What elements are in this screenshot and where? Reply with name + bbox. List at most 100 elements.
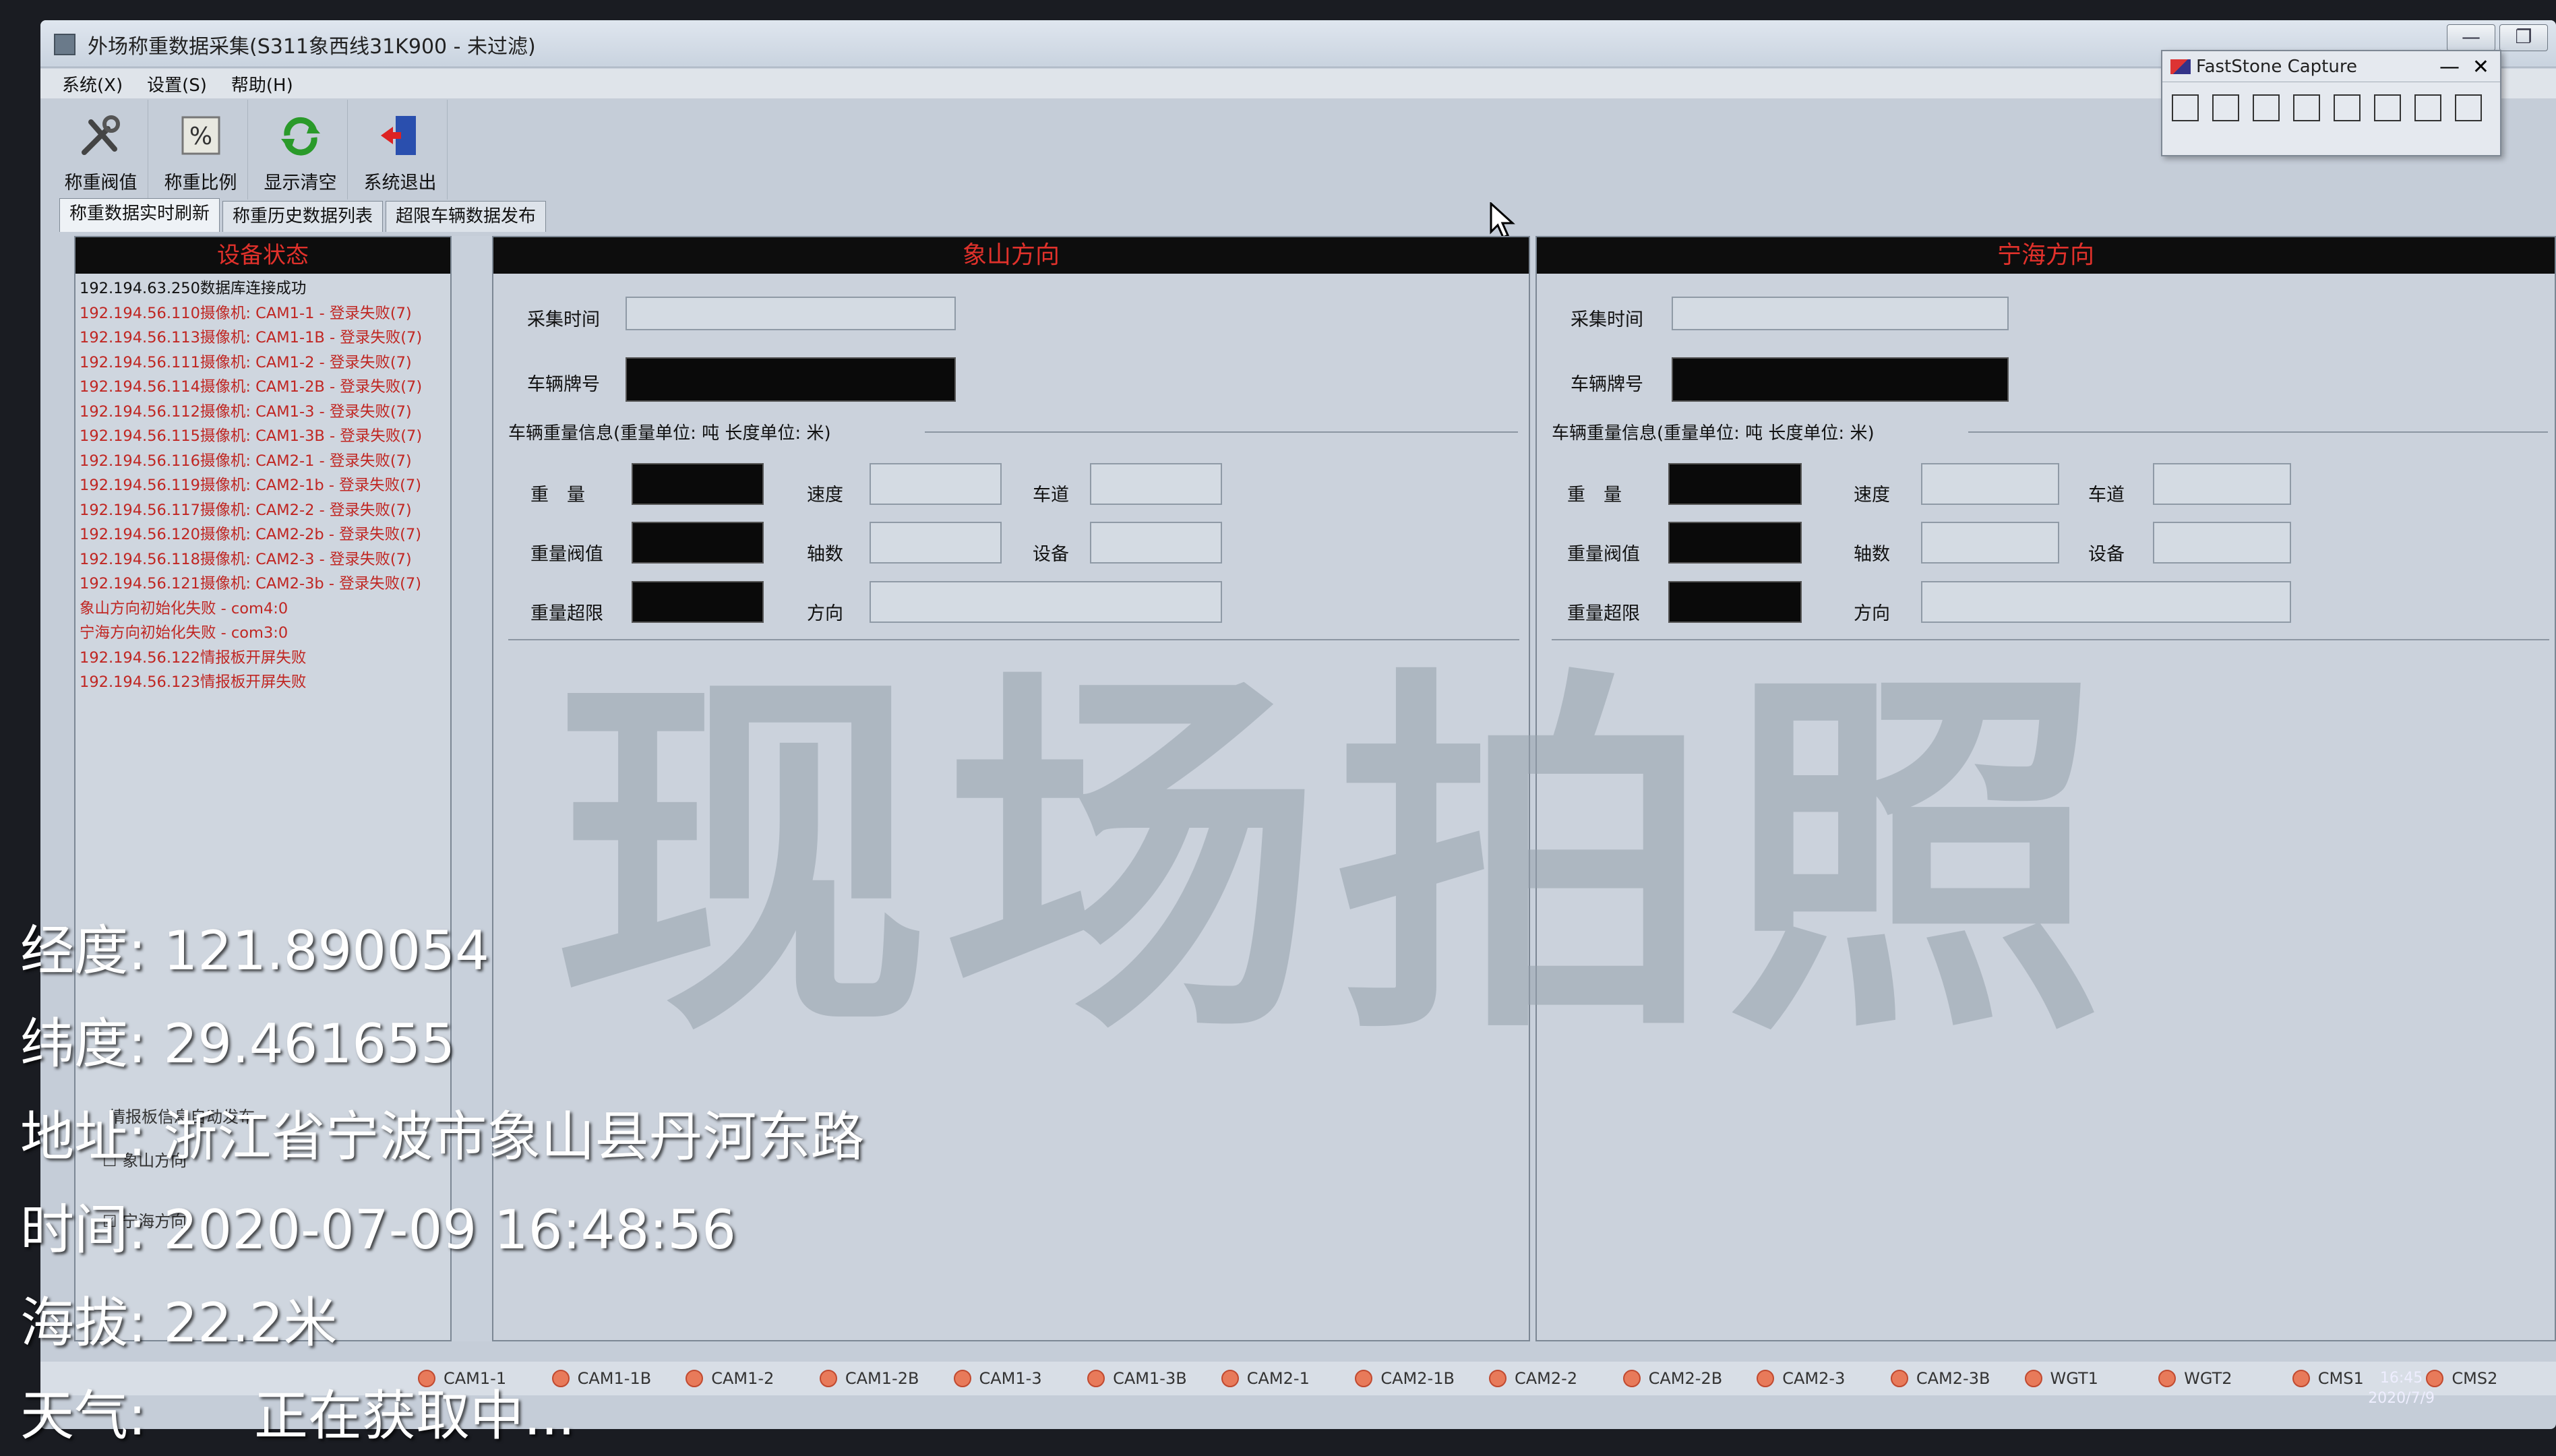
list-item: 192.194.56.123情报板开屏失败 (80, 673, 307, 691)
weight-field (1668, 463, 1802, 505)
capture-window-icon[interactable] (2172, 94, 2199, 121)
status-badge: WGT1 (2024, 1369, 2155, 1388)
time-text: 时间: 2020-07-09 16:48:56 (20, 1199, 737, 1261)
status-badge: CAM2-2 (1489, 1369, 1619, 1388)
weight-info-section: 车辆重量信息(重量单位: 吨 长度单位: 米) (1552, 423, 1875, 444)
cam-label: WGT1 (2050, 1369, 2098, 1388)
status-badge: CAM1-3 (953, 1369, 1084, 1388)
status-badge: CAM2-1 (1221, 1369, 1351, 1388)
latitude-text: 纬度: 29.461655 (20, 1012, 455, 1075)
collect-time-label: 采集时间 (1571, 309, 1643, 330)
tab-overlimit[interactable]: 超限车辆数据发布 (386, 201, 547, 232)
weight-threshold-label: 称重阀值 (64, 173, 138, 193)
tab-history[interactable]: 称重历史数据列表 (222, 201, 384, 232)
menu-help[interactable]: 帮助(H) (231, 71, 293, 96)
capture-scroll-icon[interactable] (2374, 94, 2401, 121)
cam-label: CAM1-3B (1113, 1369, 1187, 1388)
weight-threshold-button[interactable]: 称重阀值 (54, 100, 148, 200)
weight-ratio-label: 称重比例 (164, 173, 237, 193)
tab-bar: 称重数据实时刷新 称重历史数据列表 超限车辆数据发布 (59, 198, 547, 232)
status-dot-icon (1489, 1370, 1507, 1387)
clock-time: 16:45 (2379, 1370, 2423, 1387)
status-badge: CAM2-2B (1622, 1369, 1753, 1388)
plate-label: 车辆牌号 (1571, 374, 1643, 395)
speed-label: 速度 (807, 485, 843, 506)
settings-icon[interactable] (2455, 94, 2482, 121)
device-status-title: 设备状态 (75, 237, 450, 274)
cam-label: CMS1 (2317, 1369, 2364, 1388)
address-text: 地址: 浙江省宁波市象山县丹河东路 (20, 1105, 865, 1168)
photo-info-overlay: 经度: 121.890054 纬度: 29.461655 地址: 浙江省宁波市象… (20, 914, 864, 1456)
list-item: 192.194.56.115摄像机: CAM1-3B - 登录失败(7) (80, 427, 423, 445)
weight-info-section: 车辆重量信息(重量单位: 吨 长度单位: 米) (508, 423, 831, 444)
svg-text:%: % (189, 123, 212, 150)
status-badge: WGT2 (2158, 1369, 2288, 1388)
cam-label: CAM2-3 (1782, 1369, 1846, 1388)
status-badge: CAM2-3 (1757, 1369, 1887, 1388)
cam-label: WGT2 (2184, 1369, 2232, 1388)
list-item: 192.194.56.113摄像机: CAM1-1B - 登录失败(7) (80, 329, 423, 346)
minimize-button[interactable]: — (2447, 24, 2495, 51)
status-dot-icon (953, 1370, 971, 1387)
restore-button[interactable]: ❐ (2499, 24, 2548, 51)
collect-time-field (1672, 297, 2009, 330)
list-item: 192.194.56.117摄像机: CAM2-2 - 登录失败(7) (80, 501, 412, 519)
plate-field (1672, 357, 2009, 402)
list-item: 象山方向初始化失败 - com4:0 (80, 599, 288, 617)
cam-label: CAM2-2 (1515, 1369, 1578, 1388)
status-badge: CAM1-3B (1087, 1369, 1217, 1388)
weather-text: 天气: 正在获取中... (20, 1385, 576, 1447)
lane-field (1090, 463, 1222, 505)
menu-system[interactable]: 系统(X) (62, 71, 123, 96)
status-dot-icon (2158, 1370, 2177, 1387)
menu-settings[interactable]: 设置(S) (147, 71, 207, 96)
capture-region-icon[interactable] (2253, 94, 2280, 121)
weight-field (632, 463, 764, 505)
faststone-title: FastStone Capture (2196, 56, 2357, 77)
weight-label: 重 量 (1567, 485, 1622, 506)
exit-system-button[interactable]: 系统退出 (353, 100, 448, 200)
capture-fullscreen-icon[interactable] (2334, 94, 2361, 121)
status-dot-icon (1355, 1370, 1373, 1387)
list-item: 192.194.56.120摄像机: CAM2-2b - 登录失败(7) (80, 526, 421, 543)
percent-icon: % (174, 109, 228, 162)
cam-label: CAM2-2B (1648, 1369, 1723, 1388)
output-icon[interactable] (2414, 94, 2441, 121)
lane-field (2153, 463, 2291, 505)
collect-time-field (626, 297, 956, 330)
clock-date: 2020/7/9 (2368, 1390, 2435, 1407)
capture-freehand-icon[interactable] (2293, 94, 2320, 121)
list-item: 192.194.56.122情报板开屏失败 (80, 648, 307, 667)
clear-display-button[interactable]: 显示清空 (253, 100, 348, 200)
app-icon (54, 34, 75, 55)
faststone-minimize-button[interactable]: — (2439, 55, 2460, 79)
speed-field (1921, 463, 2059, 505)
cam-label: CMS2 (2452, 1369, 2498, 1388)
list-item: 192.194.56.114摄像机: CAM1-2B - 登录失败(7) (80, 378, 423, 396)
status-dot-icon (2024, 1370, 2042, 1387)
status-dot-icon (1890, 1370, 1908, 1387)
list-item: 192.194.56.119摄像机: CAM2-1b - 登录失败(7) (80, 477, 421, 494)
faststone-logo-icon (2170, 59, 2191, 74)
status-badge: CMS2 (2426, 1369, 2556, 1388)
tab-realtime[interactable]: 称重数据实时刷新 (59, 198, 220, 232)
status-dot-icon (1757, 1370, 1775, 1387)
weight-ratio-button[interactable]: % 称重比例 (154, 100, 248, 200)
status-dot-icon (2292, 1370, 2310, 1387)
panel-title: 象山方向 (493, 237, 1529, 274)
capture-object-icon[interactable] (2212, 94, 2239, 121)
clear-display-label: 显示清空 (264, 173, 337, 193)
cam-label: CAM1-3 (979, 1369, 1042, 1388)
list-item: 192.194.56.112摄像机: CAM1-3 - 登录失败(7) (80, 402, 412, 421)
device-log: 192.194.63.250数据库连接成功 192.194.56.110摄像机:… (75, 274, 450, 698)
device-field (2153, 522, 2291, 564)
list-item: 192.194.56.110摄像机: CAM1-1 - 登录失败(7) (80, 304, 412, 322)
list-item: 192.194.56.121摄像机: CAM2-3b - 登录失败(7) (80, 575, 421, 593)
status-dot-icon (1087, 1370, 1105, 1387)
list-item: 192.194.56.116摄像机: CAM2-1 - 登录失败(7) (80, 452, 412, 470)
weight-label: 重 量 (530, 485, 585, 506)
toolbar: 称重阀值 % 称重比例 显示清空 系统退出 (54, 100, 448, 201)
collect-time-label: 采集时间 (527, 309, 600, 330)
faststone-close-button[interactable]: ✕ (2472, 55, 2489, 79)
status-dot-icon (1622, 1370, 1641, 1387)
